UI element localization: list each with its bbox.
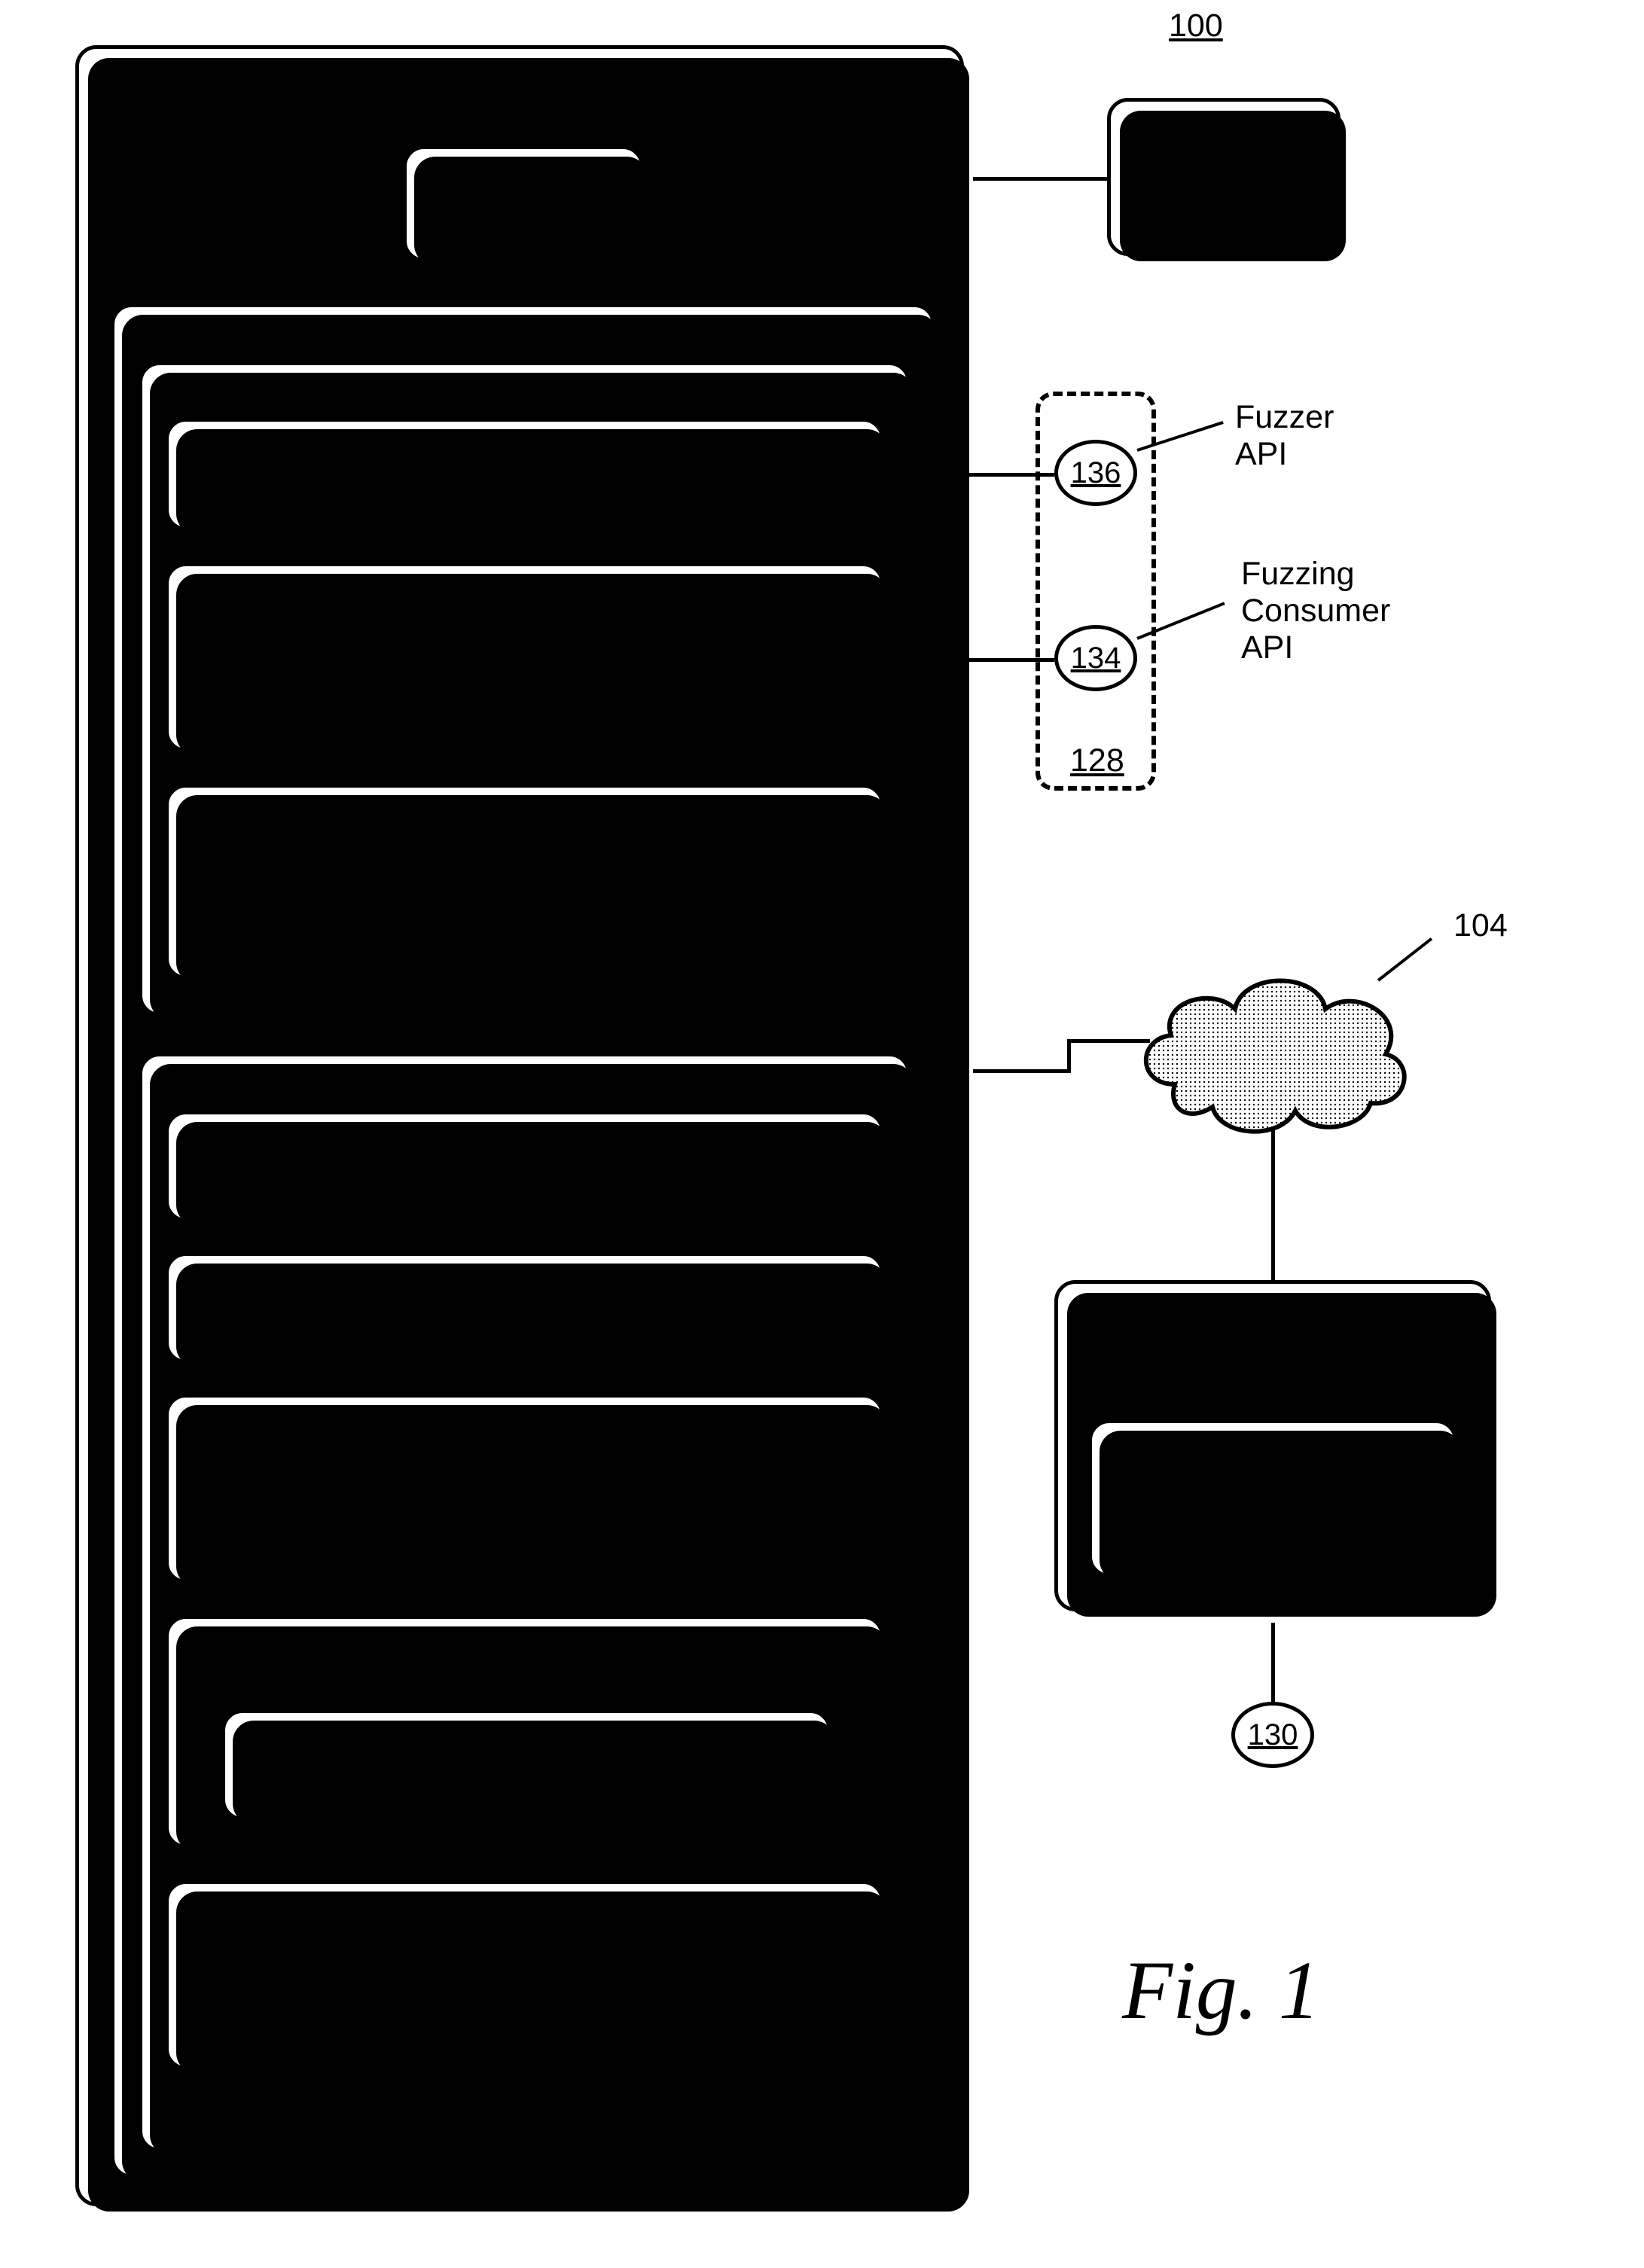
connector-cd-cloud-v xyxy=(1067,1039,1071,1073)
fuzzed-buffer-subtitle: (Mutation Template) xyxy=(169,1666,880,1703)
remote-circle: 130 xyxy=(1231,1702,1314,1768)
program-modules-box: Program Modules 112 Fuzzing Engine 116 T… xyxy=(139,361,910,1017)
cloud-icon xyxy=(1130,949,1416,1145)
fuzzed-buffer-box: Fuzzed Data Buffer 140 (Mutation Templat… xyxy=(165,1615,884,1849)
figure-label: Fig. 1 xyxy=(1122,1943,1320,2038)
api-group-ref: 128 xyxy=(1070,742,1124,779)
display-device-line1: Display xyxy=(1111,117,1337,154)
valid-input-ref: 126 xyxy=(169,1310,880,1347)
remote-device-title: Remote Computing Device xyxy=(1058,1294,1442,1369)
connector-cd-cloud-h1 xyxy=(973,1069,1071,1073)
connector-processor-memory xyxy=(522,272,526,303)
system-memory-title: System Memory xyxy=(114,316,932,353)
display-device-line2: Device xyxy=(1111,154,1337,191)
fuzzing-schema-box: Fuzzing Data Schema (Describes Well-Form… xyxy=(165,1394,884,1584)
fuzzer-api-label: Fuzzer API xyxy=(1235,399,1334,473)
system-memory-ref: 110 xyxy=(755,319,807,356)
tested-apps-ref: 124 xyxy=(1092,1523,1453,1559)
test-automation-box: Test Automation Tool(s) (E.g., Functiona… xyxy=(165,562,884,752)
other-program-data-subtitle: ( E.G., Fuzzed Packets, Fuzz Testing Res… xyxy=(169,1932,850,2007)
fuzzer-api-ref: 136 xyxy=(1071,456,1121,490)
tree-title: Tree of Groups and Elements xyxy=(225,1728,828,1765)
tested-apps-box: Tested Software Application(s) 124 xyxy=(1088,1419,1457,1578)
processors-ref: 108 xyxy=(407,205,640,242)
program-data-ref: 114 xyxy=(760,1068,812,1105)
fuzzing-engine-box: Fuzzing Engine 116 xyxy=(165,418,884,531)
other-modules-box: Other Program Modules (E.g., Operating S… xyxy=(165,784,884,980)
computing-device-title: Computing Device xyxy=(79,59,960,96)
consumer-api-ref: 134 xyxy=(1071,642,1121,675)
malformed-data-title: Malformed Data xyxy=(169,1129,880,1166)
computing-device-ref: 102 xyxy=(79,97,960,134)
connector-cd-display xyxy=(973,177,1107,181)
malformed-data-box: Malformed Data 122 xyxy=(165,1111,884,1222)
fuzzing-schema-title: Fuzzing Data Schema xyxy=(169,1408,880,1445)
computing-device-box: Computing Device 102 Processor(s) 108 Sy… xyxy=(75,45,964,2206)
other-modules-subtitle: (E.g., Operating System, XML Editor, Wor… xyxy=(169,836,850,910)
tree-ref: 138 xyxy=(225,1767,828,1804)
remote-device-ref: 106 xyxy=(1058,1373,1487,1410)
valid-input-box: Valid Input Data 126 xyxy=(165,1252,884,1364)
fuzzing-schema-subtitle: (Describes Well-Formed Input with Groups… xyxy=(169,1446,850,1520)
consumer-api-circle: 134 xyxy=(1054,625,1137,691)
tested-apps-title: Tested Software Application(s) xyxy=(1092,1438,1408,1513)
fuzzing-schema-ref: 132 xyxy=(169,1535,880,1571)
figure-ref-100: 100 xyxy=(1169,8,1223,44)
cloud-ref: 104 xyxy=(1453,907,1508,944)
other-program-data-title: Other Program Data xyxy=(169,1895,880,1931)
processors-box: Processor(s) 108 xyxy=(403,145,644,262)
fuzzing-engine-ref: 116 xyxy=(169,476,880,513)
malformed-data-ref: 122 xyxy=(169,1169,880,1206)
system-memory-box: System Memory 110 Program Modules 112 Fu… xyxy=(111,303,935,2178)
fuzzed-buffer-outref: 140 xyxy=(749,1629,803,1666)
connector-remote-circle xyxy=(1271,1623,1275,1706)
valid-input-title: Valid Input Data xyxy=(169,1271,880,1308)
test-automation-subtitle: (E.g., Functional Test(s) Modified to Ca… xyxy=(169,616,850,690)
program-modules-ref: 112 xyxy=(760,376,812,413)
other-program-data-ref: 142 xyxy=(169,2021,880,2058)
remote-device-box: Remote Computing Device 106 Tested Softw… xyxy=(1054,1280,1491,1611)
program-data-box: Program Data 114 Malformed Data 122 Vali… xyxy=(139,1053,910,2152)
connector-cloud-remote xyxy=(1271,1129,1275,1280)
test-automation-ref: 118 xyxy=(169,702,880,739)
display-device-ref: 144 xyxy=(1111,194,1337,230)
other-modules-title: Other Program Modules xyxy=(169,798,880,835)
other-program-data-box: Other Program Data ( E.G., Fuzzed Packet… xyxy=(165,1880,884,2070)
fuzzing-engine-title: Fuzzing Engine xyxy=(169,438,880,475)
fuzzer-api-circle: 136 xyxy=(1054,440,1137,506)
tree-box: Tree of Groups and Elements 138 xyxy=(221,1709,831,1821)
other-modules-ref: 120 xyxy=(169,925,880,962)
processors-title: Processor(s) xyxy=(407,166,640,203)
test-automation-title: Test Automation Tool(s) xyxy=(169,578,880,615)
remote-circle-ref: 130 xyxy=(1248,1718,1298,1752)
display-device-box: Display Device 144 xyxy=(1107,98,1341,256)
consumer-api-label: Fuzzing Consumer API xyxy=(1241,556,1390,666)
